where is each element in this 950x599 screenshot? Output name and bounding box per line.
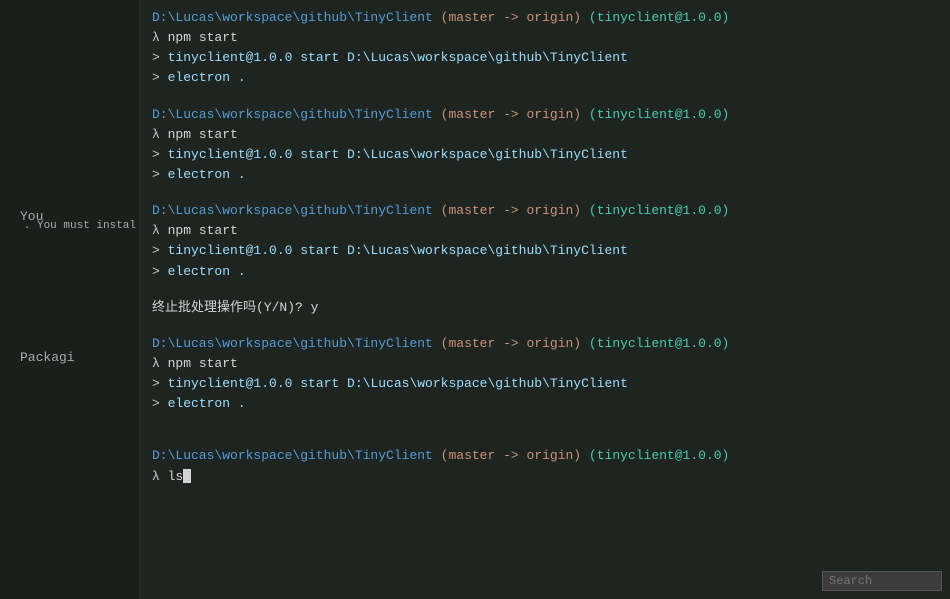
pkg-version: (tinyclient@1.0.0): [589, 448, 729, 463]
cmd-gt: >: [152, 243, 160, 258]
pkg-version: (tinyclient@1.0.0): [589, 203, 729, 218]
cmd-gt: >: [152, 147, 160, 162]
spacer: [152, 430, 950, 446]
sidebar-install-hint: . You must instal: [0, 214, 140, 240]
sidebar-packagi-label: Packagi: [12, 344, 83, 373]
terminal-line: λ npm start: [152, 28, 950, 48]
lambda-symbol: λ: [152, 356, 160, 371]
lambda-symbol: λ: [152, 30, 160, 45]
spacer: [152, 89, 950, 105]
lambda-symbol: λ: [152, 469, 160, 484]
terminal-line: D:\Lucas\workspace\github\TinyClient (ma…: [152, 105, 950, 125]
git-branch: (master -> origin): [441, 203, 581, 218]
cmd-gt: >: [152, 70, 160, 85]
path-text: D:\Lucas\workspace\github\TinyClient: [152, 448, 433, 463]
search-box[interactable]: [822, 571, 942, 591]
git-branch: (master -> origin): [441, 107, 581, 122]
lambda-symbol: λ: [152, 223, 160, 238]
terminal-line: λ npm start: [152, 221, 950, 241]
terminal-line: D:\Lucas\workspace\github\TinyClient (ma…: [152, 334, 950, 354]
terminal-content: D:\Lucas\workspace\github\TinyClient (ma…: [152, 8, 950, 487]
search-input[interactable]: [822, 571, 942, 591]
lambda-symbol: λ: [152, 127, 160, 142]
path-text: D:\Lucas\workspace\github\TinyClient: [152, 203, 433, 218]
terminal-line: > electron .: [152, 262, 950, 282]
path-text: D:\Lucas\workspace\github\TinyClient: [152, 10, 433, 25]
terminal-line: D:\Lucas\workspace\github\TinyClient (ma…: [152, 8, 950, 28]
terminal-area: D:\Lucas\workspace\github\TinyClient (ma…: [140, 0, 950, 599]
terminal-line: D:\Lucas\workspace\github\TinyClient (ma…: [152, 201, 950, 221]
terminal-line: > tinyclient@1.0.0 start D:\Lucas\worksp…: [152, 241, 950, 261]
cmd-gt: >: [152, 396, 160, 411]
terminal-line: λ ls: [152, 467, 950, 487]
terminal-line: > electron .: [152, 394, 950, 414]
terminal-line: D:\Lucas\workspace\github\TinyClient (ma…: [152, 446, 950, 466]
terminal-line: > electron .: [152, 68, 950, 88]
terminal-line: > electron .: [152, 165, 950, 185]
spacer: [152, 318, 950, 334]
pkg-version: (tinyclient@1.0.0): [589, 10, 729, 25]
terminal-line: > tinyclient@1.0.0 start D:\Lucas\worksp…: [152, 48, 950, 68]
spacer: [152, 282, 950, 298]
cmd-gt: >: [152, 264, 160, 279]
git-branch: (master -> origin): [441, 336, 581, 351]
git-branch: (master -> origin): [441, 10, 581, 25]
terminal-line: λ npm start: [152, 354, 950, 374]
cursor-blink: [183, 469, 191, 483]
cmd-gt: >: [152, 50, 160, 65]
pkg-version: (tinyclient@1.0.0): [589, 107, 729, 122]
terminal-line: > tinyclient@1.0.0 start D:\Lucas\worksp…: [152, 145, 950, 165]
spacer: [152, 414, 950, 430]
git-branch: (master -> origin): [441, 448, 581, 463]
path-text: D:\Lucas\workspace\github\TinyClient: [152, 336, 433, 351]
cmd-gt: >: [152, 167, 160, 182]
terminal-line: > tinyclient@1.0.0 start D:\Lucas\worksp…: [152, 374, 950, 394]
terminal-line: λ npm start: [152, 125, 950, 145]
terminal-line-chinese: 终止批处理操作吗(Y/N)? y: [152, 298, 950, 318]
sidebar: You . You must instal Packagi: [0, 0, 140, 599]
spacer: [152, 185, 950, 201]
pkg-version: (tinyclient@1.0.0): [589, 336, 729, 351]
path-text: D:\Lucas\workspace\github\TinyClient: [152, 107, 433, 122]
cmd-gt: >: [152, 376, 160, 391]
